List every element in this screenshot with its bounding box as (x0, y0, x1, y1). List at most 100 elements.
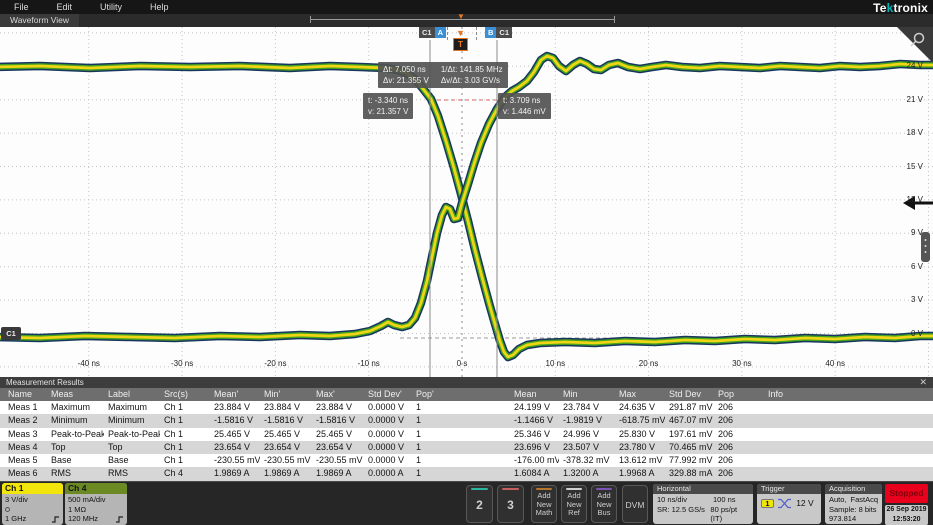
table-cell: 23.654 V (214, 441, 251, 452)
table-cell: Meas 2 (8, 415, 38, 426)
v-axis-label: 0 V (910, 328, 923, 338)
table-cell: 206 (718, 468, 734, 479)
trace-falling-edge[interactable] (0, 61, 933, 362)
channel-3-button[interactable]: 3 (497, 485, 524, 523)
cursor-a-badge[interactable]: C1 A (419, 27, 447, 38)
table-cell: 197.61 mV (669, 428, 713, 439)
v-axis-label: 24 V (906, 61, 923, 71)
table-cell (764, 428, 925, 441)
table-cell: Meas 1 (8, 402, 38, 412)
column-header: Min (563, 389, 578, 399)
v-axis-label: 9 V (910, 228, 923, 238)
acquisition-panel[interactable]: Acquisition Auto, FastAcq Sample: 8 bits … (825, 484, 882, 524)
waveform-display[interactable]: 24 V 21 V 18 V 15 V 12 V 9 V 6 V 3 V 0 V -40 ns -… (0, 27, 933, 377)
table-cell: 23.780 V (619, 441, 656, 452)
record-view-left-tick (310, 16, 311, 23)
table-cell (764, 414, 925, 427)
dvm-button[interactable]: DVM (622, 485, 648, 523)
t-axis-label: -10 ns (357, 359, 380, 368)
add-new-math-label: Add New Math (535, 491, 553, 517)
column-header: Mean (514, 389, 537, 399)
ref-color-stripe (566, 488, 582, 490)
t-axis-label: 20 ns (638, 359, 659, 368)
table-cell: 23.884 V (316, 402, 353, 412)
channel-1-badge[interactable]: Ch 1 3 V/div 1 GHz (2, 483, 63, 525)
menu-item-utility[interactable]: Utility (86, 2, 136, 12)
step-response-icon (116, 516, 123, 523)
trigger-title: Trigger (757, 484, 821, 494)
trace-rising-edge[interactable] (0, 51, 933, 343)
table-row[interactable]: Meas 5 Base Base Ch 1 -230.55 mV -230.55 mV -2… (0, 454, 933, 468)
acquisition-sample: Sample: 8 bits (829, 504, 877, 514)
tab-waveform-view[interactable]: Waveform View (0, 14, 80, 27)
menu-item-edit[interactable]: Edit (43, 2, 87, 12)
cursor-b-badge[interactable]: B C1 (485, 27, 513, 38)
table-row[interactable]: Meas 1 Maximum Maximum Ch 1 23.884 V 23.884 V… (0, 401, 933, 415)
cursor-delta-readout: Δt: 7.050 ns Δv: 21.355 V 1/Δt: 141.85 M… (378, 62, 508, 88)
table-cell: 23.507 V (563, 441, 600, 452)
measurement-results-header: Measurement Results ✕ (0, 377, 933, 388)
table-cell: Base (51, 455, 72, 466)
table-cell: Peak-to-Peak (108, 428, 160, 439)
table-cell: 1.6084 A (514, 468, 550, 479)
delta-t: Δt: 7.050 ns (383, 65, 426, 74)
add-new-ref-button[interactable]: Add New Ref (561, 485, 587, 523)
acquisition-title: Acquisition (825, 484, 882, 494)
table-cell: 1.9869 A (264, 468, 300, 479)
table-row[interactable]: Meas 6 RMS RMS Ch 4 1.9869 A 1.9869 A 1.9869 A… (0, 467, 933, 481)
either-edge-icon (778, 498, 792, 509)
horizontal-position: 50% (720, 524, 735, 525)
record-trigger-icon[interactable]: ▼ (457, 12, 465, 21)
channel-2-button[interactable]: 2 (466, 485, 493, 523)
trigger-left-dash (447, 27, 448, 40)
table-cell: Peak-to-Peak (51, 428, 104, 439)
table-cell: Minimum (51, 415, 88, 426)
channel-3-label: 3 (507, 498, 514, 512)
trigger-panel[interactable]: Trigger 1 12 V (757, 484, 821, 524)
table-cell: Ch 1 (164, 455, 184, 466)
table-cell: -1.5816 V (264, 415, 304, 426)
trigger-marker[interactable]: T (453, 38, 468, 51)
cursor-b-readout: t: 3.709 ns v: 1.446 mV (498, 93, 551, 119)
column-header: Max' (316, 389, 335, 399)
record-length: RL: 1.25 kpts (657, 524, 713, 525)
table-cell: 13.612 mV (619, 455, 663, 466)
column-header: Info (768, 389, 784, 399)
table-cell: 467.07 mV (669, 415, 713, 426)
add-new-bus-button[interactable]: Add New Bus (591, 485, 617, 523)
horizontal-panel[interactable]: Horizontal 10 ns/div 100 ns SR: 12.5 GS/s… (653, 484, 753, 524)
v-axis-label: 12 V (906, 194, 923, 204)
horizontal-title: Horizontal (653, 484, 753, 494)
menu-item-file[interactable]: File (0, 2, 43, 12)
horizontal-scale: 10 ns/div (657, 495, 688, 504)
table-cell: Top (51, 441, 66, 452)
table-cell: 24.199 V (514, 402, 551, 412)
zoom-overview-button[interactable] (897, 27, 933, 63)
table-row[interactable]: Meas 4 Top Top Ch 1 23.654 V 23.654 V 23.654 V… (0, 440, 933, 455)
table-row[interactable]: Meas 3 Peak-to-Peak Peak-to-Peak Ch 1 25.465… (0, 427, 933, 441)
cursor-b-time: t: 3.709 ns (503, 96, 541, 105)
probe-icon (5, 506, 10, 512)
table-cell: 25.465 V (264, 428, 301, 439)
channel-1-marker[interactable]: C1 (1, 327, 21, 340)
table-cell: Ch 1 (164, 441, 184, 452)
table-cell: 25.830 V (619, 428, 656, 439)
trigger-right-dash (476, 27, 477, 40)
close-icon[interactable]: ✕ (919, 377, 927, 388)
menu-item-help[interactable]: Help (136, 2, 183, 12)
delta-v: Δv: 21.355 V (383, 76, 429, 85)
run-stop-button[interactable]: Stopped (885, 484, 928, 503)
table-cell: 1 (416, 428, 422, 439)
channel-4-badge[interactable]: Ch 4 500 mA/div 1 MΩ 120 MHz (65, 483, 127, 525)
dvm-label: DVM (625, 500, 645, 510)
add-new-math-button[interactable]: Add New Math (531, 485, 557, 523)
table-cell: -1.5816 V (214, 415, 254, 426)
trigger-level: 12 V (796, 497, 814, 508)
table-cell: 1 (416, 441, 422, 452)
table-cell: 0.0000 V (368, 428, 405, 439)
table-row[interactable]: Meas 2 Minimum Minimum Ch 1 -1.5816 V -1.5816… (0, 414, 933, 428)
add-new-ref-label: Add New Ref (566, 491, 582, 517)
channel-1-scale: 3 V/div (5, 495, 28, 504)
table-cell: 25.465 V (214, 428, 251, 439)
table-cell: Ch 4 (164, 468, 184, 479)
